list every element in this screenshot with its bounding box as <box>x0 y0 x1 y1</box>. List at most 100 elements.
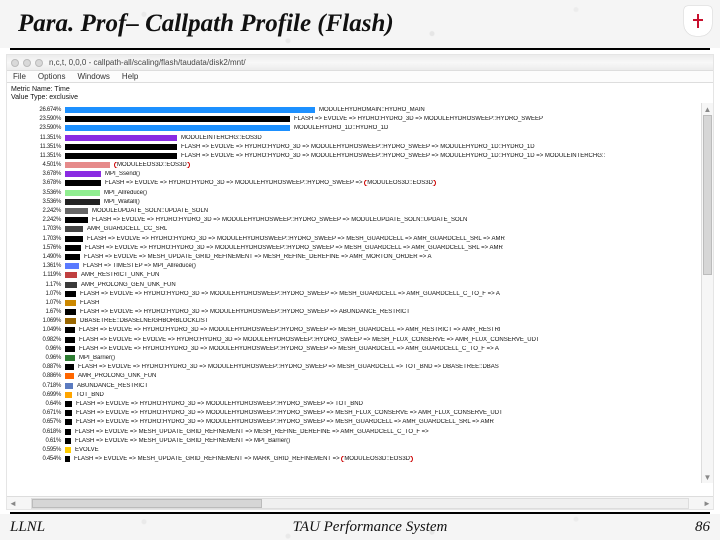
row-bar <box>65 116 290 122</box>
scrollbar-thumb-v[interactable] <box>703 115 712 275</box>
profile-row[interactable]: 11.351% FLASH => EVOLVE => HYDRO:HYDRO_3D… <box>11 151 709 160</box>
row-label: FLASH => TIMESTEP => MPI_Allreduce() <box>83 263 196 269</box>
row-bar <box>65 429 71 435</box>
minimize-icon[interactable] <box>23 59 31 67</box>
row-bar <box>65 263 79 269</box>
row-label: FLASH => EVOLVE => HYDRO:HYDRO_3D => MOD… <box>80 309 410 315</box>
profile-row[interactable]: 11.351%MODULEINTERCHG::EOS3D <box>11 133 709 142</box>
profile-row[interactable]: 1.119%AMR_RESTRICT_UNK_FUN <box>11 271 709 280</box>
scrollbar-vertical[interactable]: ▲ ▼ <box>701 103 713 483</box>
row-percent: 1.703% <box>11 226 65 232</box>
profile-row[interactable]: 1.361%FLASH => TIMESTEP => MPI_Allreduce… <box>11 262 709 271</box>
chevron-down-icon[interactable]: ▼ <box>702 471 713 483</box>
profile-row[interactable]: 0.699%TOT_BND <box>11 390 709 399</box>
row-percent: 0.64% <box>11 401 65 407</box>
profile-row[interactable]: 0.982%FLASH => EVOLVE => EVOLVE => HYDRO… <box>11 335 709 344</box>
row-bar <box>65 135 177 141</box>
profile-row[interactable]: 23.590%FLASH => EVOLVE => HYDRO:HYDRO_3D… <box>11 115 709 124</box>
row-percent: 1.119% <box>11 272 65 278</box>
row-bar <box>65 438 71 444</box>
row-bar <box>65 355 75 361</box>
footer-right: 86 <box>695 519 710 536</box>
chevron-left-icon[interactable]: ◄ <box>7 497 19 509</box>
row-percent: 0.595% <box>11 447 65 453</box>
profile-row[interactable]: 1.703%FLASH => EVOLVE => HYDRO:HYDRO_3D … <box>11 234 709 243</box>
row-label: AMR_GUARDCELL_CC_SRL <box>87 226 167 232</box>
profile-row[interactable]: 2.242%FLASH => EVOLVE => HYDRO:HYDRO_3D … <box>11 216 709 225</box>
row-percent: 0.96% <box>11 346 65 352</box>
row-label: MPI_Barrier() <box>79 355 115 361</box>
scrollbar-horizontal[interactable]: ◄ ► <box>7 496 713 509</box>
chevron-up-icon[interactable]: ▲ <box>702 103 713 115</box>
profile-row[interactable]: 3.536%MPI_Allreduce() <box>11 188 709 197</box>
row-percent: 0.657% <box>11 419 65 425</box>
close-icon[interactable] <box>11 59 19 67</box>
row-percent: 1.07% <box>11 300 65 306</box>
row-percent: 23.590% <box>11 116 65 122</box>
profile-row[interactable]: 0.618%FLASH => EVOLVE => MESH_UPDATE_GRI… <box>11 427 709 436</box>
window-titlebar: n,c,t, 0,0,0 - callpath-all/scaling/flas… <box>7 55 713 70</box>
profile-row[interactable]: 3.536%MPI_Waitall() <box>11 197 709 206</box>
zoom-icon[interactable] <box>35 59 43 67</box>
row-label: FLASH => EVOLVE => HYDRO:HYDRO_3D => MOD… <box>87 236 505 242</box>
profile-row[interactable]: 0.595%EVOLVE <box>11 445 709 454</box>
profile-row[interactable]: 0.64%FLASH => EVOLVE => HYDRO:HYDRO_3D =… <box>11 399 709 408</box>
profile-row[interactable]: 3.678%MPI_Ssend() <box>11 170 709 179</box>
row-label: FLASH => EVOLVE => HYDRO:HYDRO_3D => MOD… <box>181 153 605 159</box>
row-bar <box>65 153 177 159</box>
row-label: FLASH => EVOLVE => HYDRO:HYDRO_3D => MOD… <box>76 410 503 416</box>
menu-help[interactable]: Help <box>122 72 138 81</box>
menubar: File Options Windows Help <box>7 70 713 83</box>
row-label: TOT_BND <box>76 392 104 398</box>
menu-options[interactable]: Options <box>38 72 66 81</box>
row-bar <box>65 419 72 425</box>
chevron-right-icon[interactable]: ► <box>701 497 713 509</box>
profile-row[interactable]: 0.886%AMR_PROLONG_UNK_FUN <box>11 372 709 381</box>
row-label: MODULEUPDATE_SOLN::UPDATE_SOLN <box>92 208 208 214</box>
row-bar <box>65 162 110 168</box>
row-label: FLASH => EVOLVE => HYDRO:HYDRO_3D => MOD… <box>105 180 436 186</box>
profile-row[interactable]: 11.351%FLASH => EVOLVE => HYDRO:HYDRO_3D… <box>11 142 709 151</box>
profile-row[interactable]: 26.674%MODULEHYDROMAIN::HYDRO_MAIN <box>11 105 709 114</box>
slide-footer: LLNL TAU Performance System 86 <box>0 514 720 540</box>
profile-row[interactable]: 1.17%AMR_PROLONG_GEN_UNK_FUN <box>11 280 709 289</box>
profile-row[interactable]: 2.242% MODULEUPDATE_SOLN::UPDATE_SOLN <box>11 206 709 215</box>
profile-row[interactable]: 0.61%FLASH => EVOLVE => MESH_UPDATE_GRID… <box>11 436 709 445</box>
menu-windows[interactable]: Windows <box>77 72 109 81</box>
row-percent: 0.982% <box>11 337 65 343</box>
profile-row[interactable]: 1.490%FLASH => EVOLVE => MESH_UPDATE_GRI… <box>11 252 709 261</box>
profile-row[interactable]: 1.07%FLASH <box>11 298 709 307</box>
profile-row[interactable]: 23.590%MODULEHYDRO_1D::HYDRO_1D <box>11 124 709 133</box>
profile-row[interactable]: 0.454%FLASH => EVOLVE => MESH_UPDATE_GRI… <box>11 455 709 464</box>
profile-row[interactable]: 0.671%FLASH => EVOLVE => HYDRO:HYDRO_3D … <box>11 409 709 418</box>
profile-row[interactable]: 1.069%DBASETREE::DBASELNEIGHBORBLOCKLIST <box>11 317 709 326</box>
row-bar <box>65 383 73 389</box>
menu-file[interactable]: File <box>13 72 26 81</box>
profile-row[interactable]: 0.96%MPI_Barrier() <box>11 353 709 362</box>
profile-row[interactable]: 1.07%FLASH => EVOLVE => HYDRO:HYDRO_3D =… <box>11 289 709 298</box>
row-bar <box>65 217 88 223</box>
row-percent: 1.490% <box>11 254 65 260</box>
row-bar <box>65 245 81 251</box>
profile-row[interactable]: 1.049%FLASH => EVOLVE => HYDRO:HYDRO_3D … <box>11 326 709 335</box>
row-percent: 1.049% <box>11 327 65 333</box>
row-label: MODULEINTERCHG::EOS3D <box>181 135 262 141</box>
profile-row[interactable]: 3.678% FLASH => EVOLVE => HYDRO:HYDRO_3D … <box>11 179 709 188</box>
profile-row[interactable]: 0.96%FLASH => EVOLVE => HYDRO:HYDRO_3D =… <box>11 344 709 353</box>
profile-row[interactable]: 1.67%FLASH => EVOLVE => HYDRO:HYDRO_3D =… <box>11 308 709 317</box>
scrollbar-thumb-h[interactable] <box>32 499 262 508</box>
row-percent: 11.351% <box>11 153 65 159</box>
profile-row[interactable]: 1.703% AMR_GUARDCELL_CC_SRL <box>11 225 709 234</box>
value-type: Value Type: exclusive <box>11 94 709 102</box>
profile-row[interactable]: 0.657% FLASH => EVOLVE => HYDRO:HYDRO_3D … <box>11 418 709 427</box>
profile-row[interactable]: 0.718%ABUNDANCE_RESTRICT <box>11 381 709 390</box>
row-percent: 2.242% <box>11 208 65 214</box>
profile-row[interactable]: 4.501%MODULEEOS3D::EOS3D <box>11 161 709 170</box>
row-label: FLASH => EVOLVE => MESH_UPDATE_GRID_REFI… <box>74 456 413 462</box>
row-percent: 3.678% <box>11 180 65 186</box>
profile-row[interactable]: 1.576%FLASH => EVOLVE => HYDRO:HYDRO_3D … <box>11 243 709 252</box>
row-bar <box>65 456 70 462</box>
row-label: MPI_Allreduce() <box>104 190 147 196</box>
row-label: FLASH => EVOLVE => HYDRO:HYDRO_3D => MOD… <box>76 419 494 425</box>
profile-row[interactable]: 0.887%FLASH => EVOLVE => HYDRO:HYDRO_3D … <box>11 363 709 372</box>
